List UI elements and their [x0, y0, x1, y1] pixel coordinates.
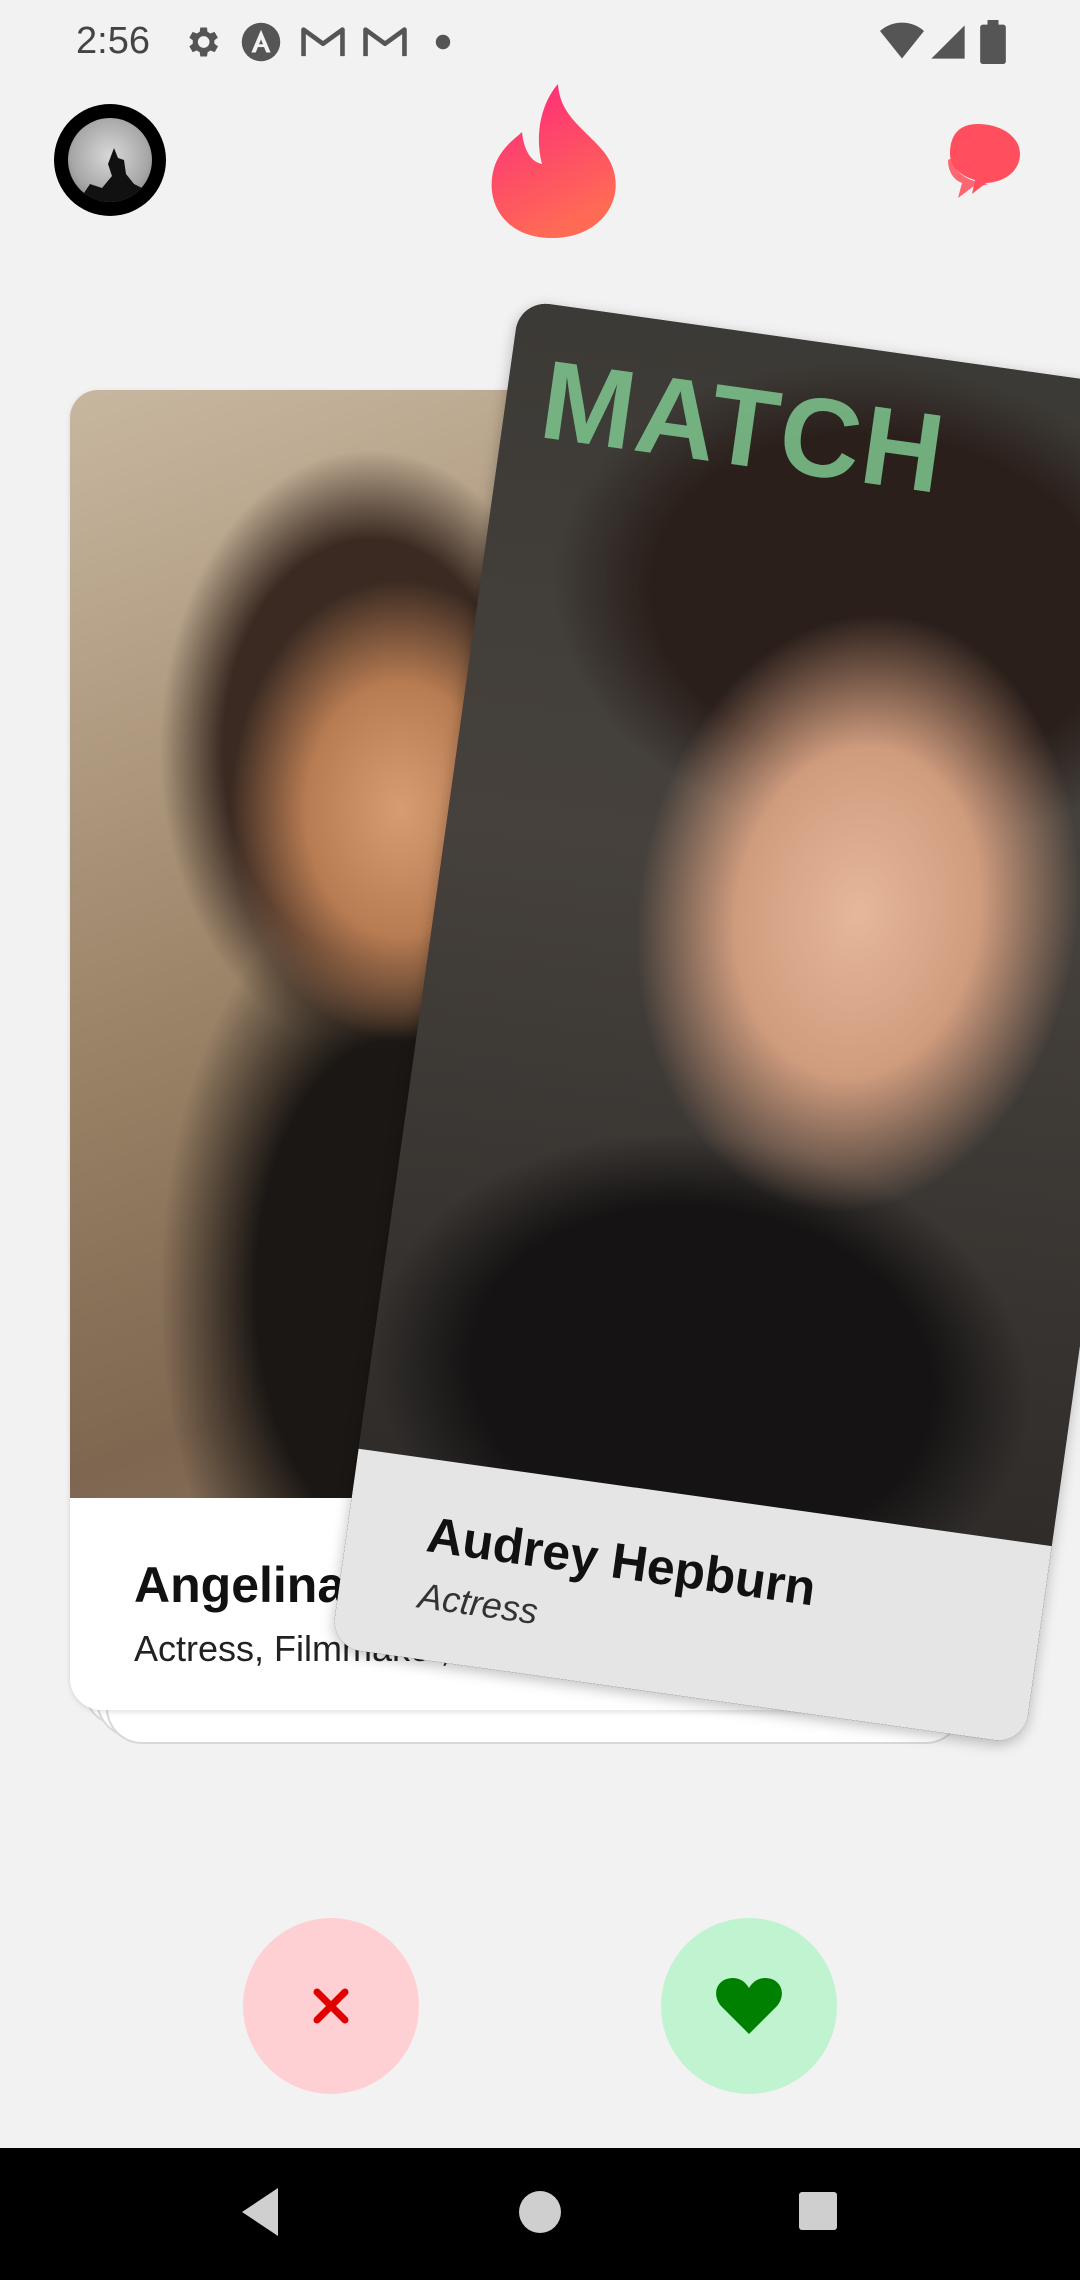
status-bar: 2:56	[0, 0, 1080, 84]
home-icon[interactable]	[518, 2184, 562, 2240]
chat-icon[interactable]	[944, 120, 1024, 200]
profile-description: Actress	[415, 1574, 541, 1633]
status-time: 2:56	[76, 20, 150, 62]
flame-icon[interactable]	[486, 80, 622, 240]
signal-icon	[931, 25, 965, 59]
wifi-icon	[880, 22, 924, 59]
profile-avatar[interactable]	[54, 104, 166, 216]
gmail-icon	[301, 27, 345, 57]
like-button[interactable]	[661, 1918, 837, 2094]
dot-icon	[435, 34, 451, 50]
battery-icon	[980, 20, 1006, 64]
back-icon[interactable]	[236, 2184, 284, 2240]
close-icon	[313, 1988, 349, 2024]
system-nav-bar	[0, 2148, 1080, 2280]
nope-button[interactable]	[243, 1918, 419, 2094]
screen: 2:56 Angelina Jolie Actress, MATCH Audre…	[0, 0, 1080, 2280]
recents-icon[interactable]	[796, 2184, 840, 2240]
heart-icon	[716, 1978, 782, 2034]
wolf-moon-icon	[68, 118, 152, 202]
gmail-icon	[363, 27, 407, 57]
gear-icon	[189, 27, 218, 57]
android-icon	[241, 22, 281, 62]
